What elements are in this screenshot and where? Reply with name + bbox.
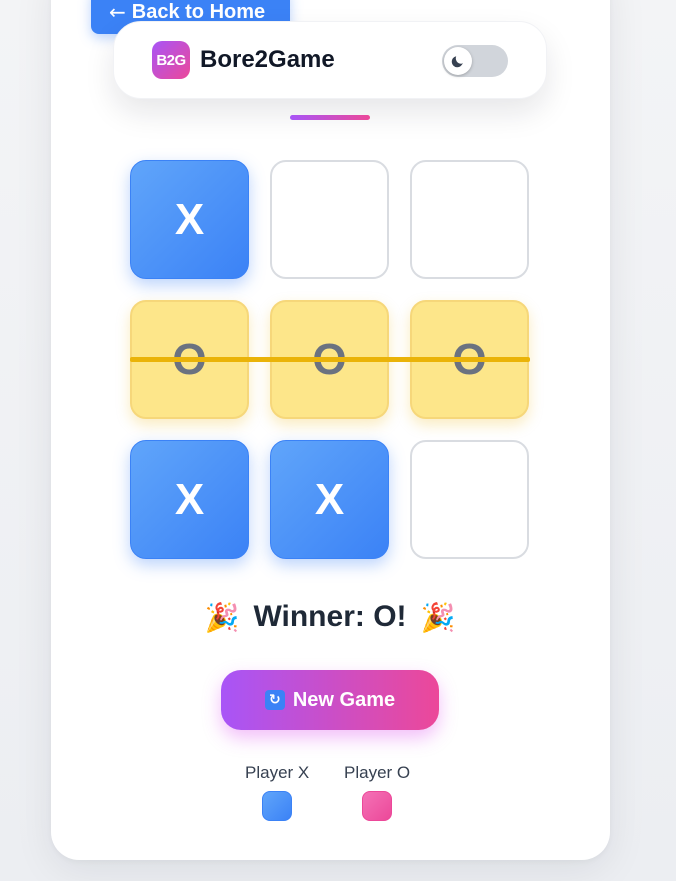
new-game-label: New Game — [292, 688, 396, 711]
player-x-label: Player X — [245, 763, 310, 782]
player-x-legend: Player X — [245, 763, 309, 821]
moon-icon — [451, 56, 463, 68]
board-cell[interactable] — [410, 160, 529, 279]
player-legend: Player X Player O — [230, 763, 430, 823]
new-game-button[interactable]: ↻ New Game — [221, 670, 439, 730]
party-popper-icon: 🎉 — [204, 600, 240, 634]
player-o-color-chip — [362, 791, 393, 821]
accent-divider — [290, 115, 370, 120]
logo: B2G — [152, 41, 190, 79]
party-popper-icon: 🎉 — [420, 600, 456, 634]
player-o-label: Player O — [344, 763, 411, 782]
game-status: 🎉 Winner: O! 🎉 — [0, 600, 660, 634]
board-cell[interactable] — [270, 160, 389, 279]
arrow-left-icon: ← — [109, 0, 126, 24]
winner-text: Winner: O! — [253, 600, 407, 633]
player-o-legend: Player O — [344, 763, 410, 821]
toggle-knob — [444, 47, 472, 75]
board-cell[interactable]: X — [130, 160, 249, 279]
board-cell[interactable]: X — [270, 440, 389, 559]
refresh-icon: ↻ — [264, 690, 285, 710]
board-cell[interactable] — [410, 440, 529, 559]
winning-line — [130, 357, 530, 362]
brand-name: Bore2Game — [200, 46, 335, 73]
board-cell[interactable]: X — [130, 440, 249, 559]
game-board: X O O O X X — [130, 160, 530, 560]
app-header: B2G Bore2Game — [113, 21, 547, 99]
player-x-color-chip — [262, 791, 293, 821]
theme-toggle[interactable] — [442, 45, 508, 77]
